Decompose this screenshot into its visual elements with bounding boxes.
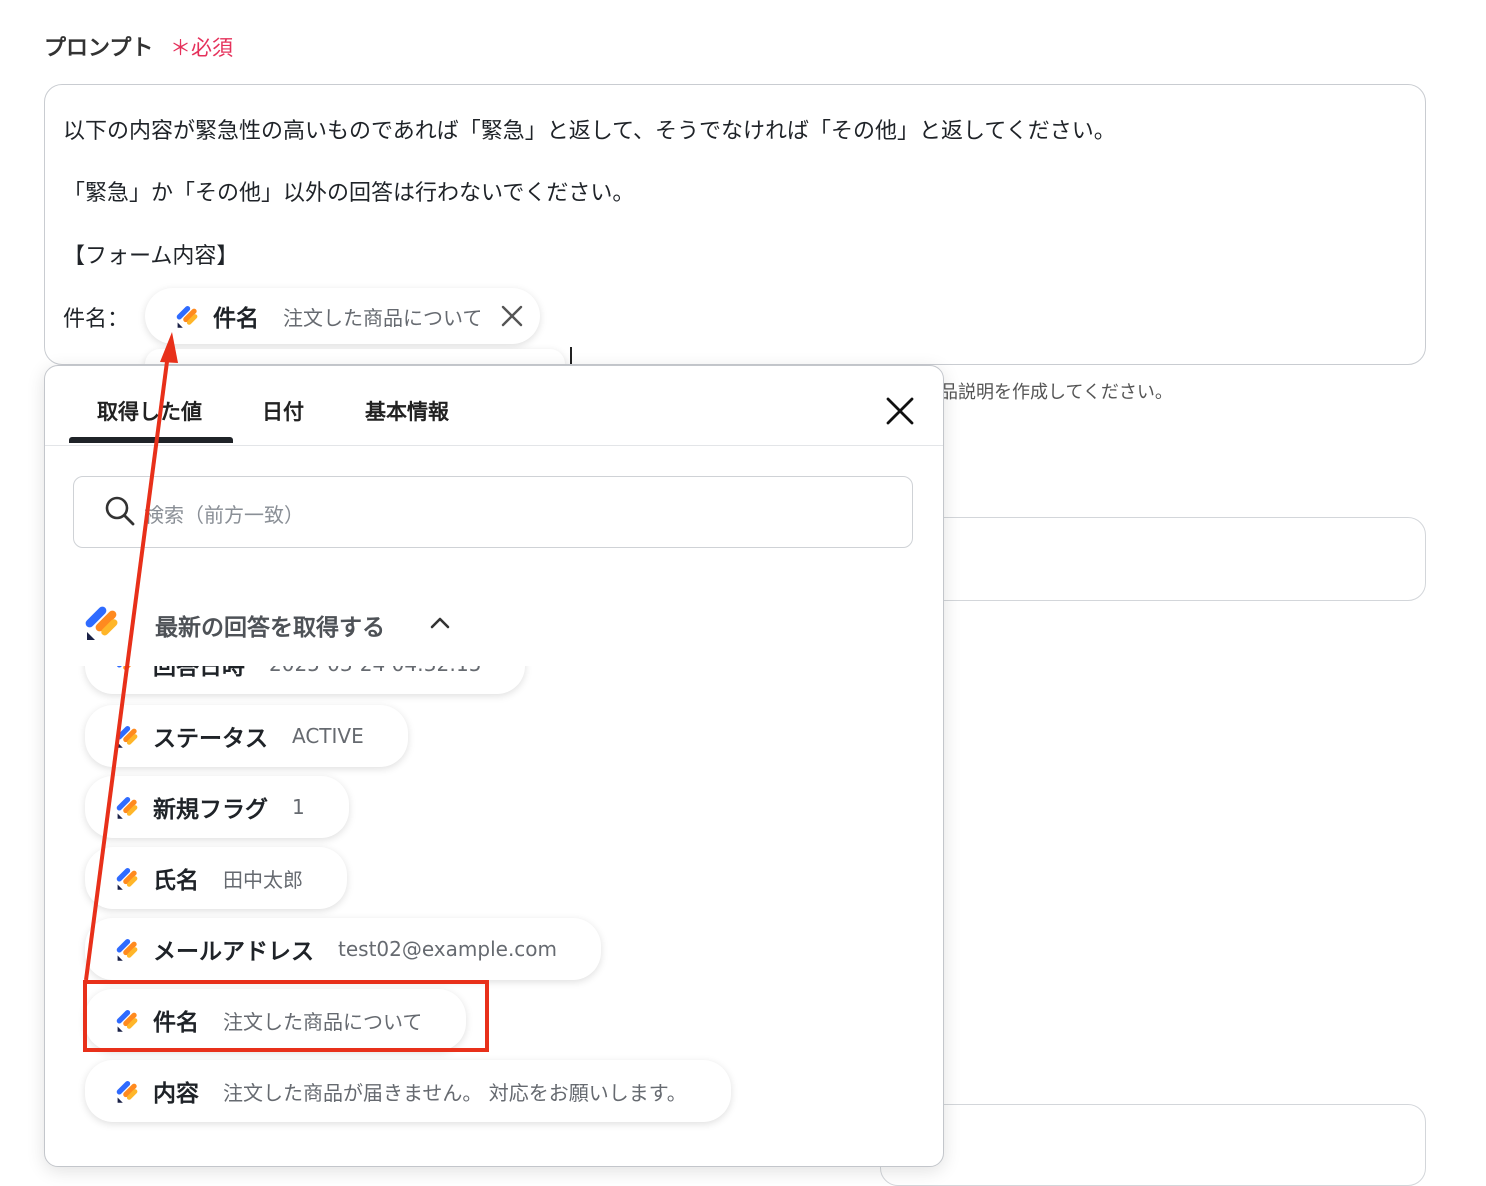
prompt-line-3: 【フォーム内容】 xyxy=(63,244,239,269)
prompt-line-4-prefix: 件名： xyxy=(63,307,130,332)
item-key: 内容 xyxy=(153,1081,199,1107)
list-item-status[interactable]: ステータス ACTIVE xyxy=(85,705,408,767)
tab-basic-info[interactable]: 基本情報 xyxy=(365,396,449,426)
item-key: 新規フラグ xyxy=(153,797,268,823)
jotform-icon xyxy=(116,726,138,748)
tab-date[interactable]: 日付 xyxy=(262,396,304,426)
chip-key: 件名 xyxy=(213,306,259,332)
active-tab-indicator xyxy=(69,437,233,443)
search-icon xyxy=(105,496,135,526)
prompt-line-1: 以下の内容が緊急性の高いものであれば「緊急」と返して、そうでなければ「その他」と… xyxy=(63,119,1116,144)
list-item-new-flag[interactable]: 新規フラグ 1 xyxy=(85,776,349,838)
variable-chip-next xyxy=(145,349,565,364)
tab-acquired-values[interactable]: 取得した値 xyxy=(97,396,202,426)
item-value: test02@example.com xyxy=(338,937,558,961)
item-key: メールアドレス xyxy=(153,939,314,965)
item-key: ステータス xyxy=(153,726,268,752)
item-value: 注文した商品が届きません。 対応をお願いします。 xyxy=(223,1080,687,1105)
tab-divider xyxy=(45,445,943,446)
search-input[interactable]: 検索（前方一致） xyxy=(73,476,913,548)
list-item-name[interactable]: 氏名 田中太郎 xyxy=(85,847,347,909)
highlight-box xyxy=(83,980,489,1052)
close-icon[interactable] xyxy=(883,394,917,428)
variable-chip-subject[interactable]: 件名 注文した商品について xyxy=(145,288,541,344)
text-cursor xyxy=(570,347,572,364)
helper-text: 品説明を作成してください。 xyxy=(940,382,1173,403)
jotform-icon xyxy=(176,306,198,328)
list-item-email[interactable]: メールアドレス test02@example.com xyxy=(85,918,602,980)
group-header[interactable]: 最新の回答を取得する xyxy=(45,574,925,664)
search-placeholder: 検索（前方一致） xyxy=(144,503,304,527)
item-key: 氏名 xyxy=(153,868,199,894)
background-input[interactable] xyxy=(880,517,1426,601)
item-value: 1 xyxy=(292,795,305,819)
jotform-icon xyxy=(116,939,138,961)
jotform-icon xyxy=(116,1081,138,1103)
background-input-2[interactable] xyxy=(880,1104,1426,1186)
required-badge: ＊必須 xyxy=(170,36,233,60)
chip-value: 注文した商品について xyxy=(283,305,483,330)
item-value: ACTIVE xyxy=(292,724,364,748)
chip-remove-icon[interactable] xyxy=(500,304,524,328)
prompt-textarea[interactable]: 以下の内容が緊急性の高いものであれば「緊急」と返して、そうでなければ「その他」と… xyxy=(44,84,1426,365)
jotform-icon xyxy=(85,606,118,640)
item-value: 田中太郎 xyxy=(223,867,303,892)
chevron-up-icon[interactable] xyxy=(429,616,451,630)
jotform-icon xyxy=(116,868,138,890)
list-item-content[interactable]: 内容 注文した商品が届きません。 対応をお願いします。 xyxy=(85,1060,731,1122)
jotform-icon xyxy=(116,797,138,819)
prompt-label: プロンプト xyxy=(44,36,154,61)
group-title: 最新の回答を取得する xyxy=(155,615,385,641)
prompt-line-2: 「緊急」か「その他」以外の回答は行わないでください。 xyxy=(63,181,635,206)
